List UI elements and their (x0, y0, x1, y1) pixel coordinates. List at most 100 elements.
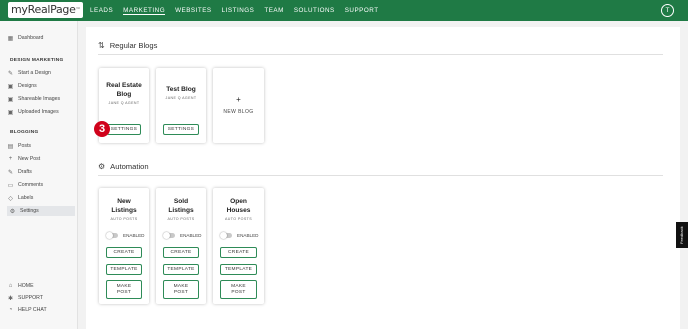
settings-button[interactable]: SETTINGS (163, 124, 199, 135)
nav-marketing[interactable]: MARKETING (123, 7, 166, 15)
sidebar-item-label: Designs (18, 83, 37, 89)
automation-card-subtitle: AUTO POSTS (224, 217, 253, 221)
create-button[interactable]: CREATE (163, 247, 199, 258)
make-post-line-2: POST (231, 289, 246, 295)
sidebar-item-uploaded-images[interactable]: ▣ Uploaded Images (7, 107, 59, 117)
nav-websites[interactable]: WEBSITES (175, 7, 212, 14)
nav-leads[interactable]: LEADS (90, 7, 113, 14)
section-divider (98, 175, 663, 176)
top-navigation-bar: myRealPage™ LEADS MARKETING WEBSITES LIS… (0, 0, 688, 21)
image-icon: ▣ (7, 83, 14, 90)
sidebar-item-settings[interactable]: ⚙ Settings (7, 206, 75, 216)
logo-trademark: ™ (75, 7, 81, 13)
template-button[interactable]: TEMPLATE (220, 264, 257, 275)
pen-icon: ✎ (7, 70, 14, 77)
nav-team[interactable]: TEAM (264, 7, 284, 14)
sidebar-item-start-a-design[interactable]: ✎ Start a Design (7, 68, 51, 78)
blog-card-author: JANE Q AGENT (108, 101, 140, 105)
automation-title-line-2: Listings (111, 207, 137, 214)
sidebar-item-label: SUPPORT (18, 295, 43, 301)
blog-title-line-2: Blog (116, 91, 132, 98)
sidebar-heading-design-marketing: DESIGN MARKETING (10, 58, 64, 63)
automation-title-line-1: New (117, 198, 131, 205)
sidebar-item-posts[interactable]: ▤ Posts (7, 141, 31, 151)
create-button[interactable]: CREATE (220, 247, 257, 258)
enabled-toggle[interactable] (220, 232, 232, 239)
template-button[interactable]: TEMPLATE (106, 264, 142, 275)
automation-card-title: Sold Listings (156, 197, 206, 215)
template-button[interactable]: TEMPLATE (163, 264, 199, 275)
image-icon: ▣ (7, 96, 14, 103)
sidebar-item-label: Posts (18, 143, 31, 149)
sidebar-item-label: Comments (18, 182, 44, 188)
enabled-toggle[interactable] (106, 232, 118, 239)
regular-blogs-title: Regular Blogs (109, 41, 158, 50)
sidebar-item-drafts[interactable]: ✎ Drafts (7, 167, 32, 177)
create-button[interactable]: CREATE (106, 247, 142, 258)
nav-listings[interactable]: LISTINGS (222, 7, 255, 14)
automation-title: Automation (110, 162, 149, 171)
myrealpage-logo[interactable]: myRealPage™ (8, 2, 84, 18)
automation-card-title: New Listings (99, 197, 149, 215)
main-nav-links: LEADS MARKETING WEBSITES LISTINGS TEAM S… (90, 0, 389, 21)
settings-button[interactable]: SETTINGS (107, 124, 141, 135)
comment-icon: ▭ (7, 182, 14, 189)
sidebar-item-label: Labels (18, 195, 34, 201)
automation-card-new-listings: New Listings AUTO POSTS ENABLED CREATE T… (99, 188, 149, 304)
enabled-toggle[interactable] (163, 232, 175, 239)
nav-support[interactable]: SUPPORT (345, 7, 379, 14)
automation-title-line-2: Houses (226, 207, 251, 214)
automation-card-subtitle: AUTO POSTS (110, 217, 138, 221)
sidebar-item-label: Shareable Images (18, 96, 61, 102)
support-icon: ✱ (7, 295, 14, 302)
sidebar-item-label: Start a Design (18, 70, 51, 76)
automation-card-sold-listings: Sold Listings AUTO POSTS ENABLED CREATE … (156, 188, 206, 304)
image-icon: ▣ (7, 109, 14, 116)
sidebar-item-dashboard[interactable]: ▦ Dashboard (7, 33, 44, 43)
chat-icon: ◔ (8, 307, 13, 313)
sidebar-item-shareable-images[interactable]: ▣ Shareable Images (7, 94, 60, 104)
draft-icon: ✎ (7, 169, 14, 176)
plus-icon: + (236, 95, 241, 104)
sidebar-item-home[interactable]: ⌂ HOME (7, 281, 34, 291)
blog-title-line-1: Real Estate (106, 82, 142, 89)
feedback-tab[interactable]: Feedback (676, 222, 688, 248)
automation-card-title: Open Houses (213, 197, 264, 215)
toggle-label: ENABLED (237, 233, 259, 238)
new-blog-label: NEW BLOG (223, 109, 254, 115)
automation-heading: ⚙ Automation (98, 162, 149, 171)
sidebar-item-comments[interactable]: ▭ Comments (7, 180, 43, 190)
regular-blogs-heading: ⇅ Regular Blogs (98, 41, 157, 50)
home-icon: ⌂ (8, 283, 13, 289)
gear-icon: ⚙ (9, 208, 16, 215)
nav-solutions[interactable]: SOLUTIONS (294, 7, 335, 14)
sidebar-item-labels[interactable]: ◇ Labels (7, 193, 33, 203)
sidebar-item-label: Drafts (18, 169, 32, 175)
sidebar-item-help-chat[interactable]: ◔ HELP CHAT (7, 305, 47, 315)
enabled-toggle-row: ENABLED (163, 232, 201, 239)
sidebar-item-label: New Post (18, 156, 41, 162)
blog-card-title: Test Blog (166, 86, 196, 93)
make-post-button[interactable]: MAKE POST (106, 280, 142, 299)
robot-icon: ⚙ (98, 162, 106, 171)
enabled-toggle-row: ENABLED (220, 232, 259, 239)
make-post-button[interactable]: MAKE POST (163, 280, 199, 299)
new-blog-card[interactable]: + NEW BLOG (213, 68, 264, 143)
toggle-label: ENABLED (123, 233, 145, 238)
section-divider (98, 54, 663, 55)
sidebar-item-new-post[interactable]: + New Post (7, 154, 40, 164)
user-avatar[interactable]: T (661, 4, 674, 17)
sidebar-item-label: Uploaded Images (18, 109, 59, 115)
make-post-button[interactable]: MAKE POST (220, 280, 257, 299)
label-icon: ◇ (8, 195, 13, 202)
sidebar-item-label: Dashboard (18, 35, 44, 41)
automation-title-line-2: Listings (168, 207, 194, 214)
automation-card-subtitle: AUTO POSTS (167, 217, 195, 221)
sidebar: ▦ Dashboard DESIGN MARKETING ✎ Start a D… (0, 21, 78, 329)
blog-card-title: Real Estate Blog (99, 81, 149, 99)
sidebar-item-designs[interactable]: ▣ Designs (7, 81, 37, 91)
sidebar-item-label: HOME (18, 283, 34, 289)
plus-icon: + (8, 156, 13, 162)
logo-text: myRealPage (11, 3, 76, 16)
sidebar-item-support[interactable]: ✱ SUPPORT (7, 293, 43, 303)
